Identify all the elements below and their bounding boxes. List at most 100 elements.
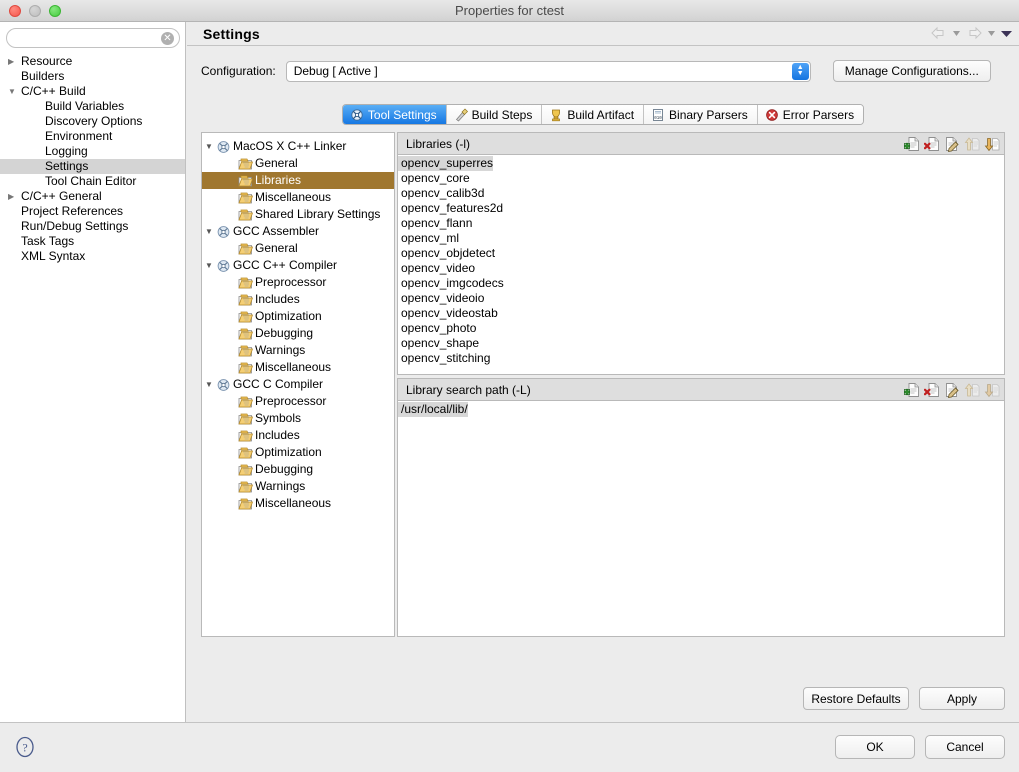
sidebar-item-builders[interactable]: Builders bbox=[0, 69, 185, 84]
tool-tree-item-general[interactable]: General bbox=[202, 155, 394, 172]
twisty-expanded-icon[interactable]: ▼ bbox=[8, 84, 20, 99]
manage-configurations-button[interactable]: Manage Configurations... bbox=[832, 60, 991, 82]
search-path-list[interactable]: /usr/local/lib/ bbox=[398, 401, 1004, 636]
tool-tree-item-gcc-c-compiler[interactable]: ▼ GCC C Compiler bbox=[202, 376, 394, 393]
delete-icon[interactable] bbox=[924, 382, 940, 398]
sidebar-item-project-references[interactable]: Project References bbox=[0, 204, 185, 219]
list-item[interactable]: opencv_photo bbox=[398, 321, 1004, 336]
forward-arrow-icon[interactable] bbox=[965, 24, 983, 42]
tool-tree-item-gcc-c++-compiler[interactable]: ▼ GCC C++ Compiler bbox=[202, 257, 394, 274]
list-item[interactable]: opencv_videoio bbox=[398, 291, 1004, 306]
move-up-icon[interactable] bbox=[964, 382, 980, 398]
list-item[interactable]: opencv_ml bbox=[398, 231, 1004, 246]
tool-tree-item-optimization[interactable]: Optimization bbox=[202, 444, 394, 461]
ok-button[interactable]: OK bbox=[835, 735, 915, 759]
tool-tree-item-preprocessor[interactable]: Preprocessor bbox=[202, 274, 394, 291]
tool-tree-item-miscellaneous[interactable]: Miscellaneous bbox=[202, 189, 394, 206]
list-item[interactable]: opencv_shape bbox=[398, 336, 1004, 351]
sidebar-item-settings[interactable]: Settings bbox=[0, 159, 185, 174]
sidebar-item-discovery-options[interactable]: Discovery Options bbox=[0, 114, 185, 129]
add-icon[interactable] bbox=[904, 136, 920, 152]
tab-error-parsers[interactable]: Error Parsers bbox=[757, 105, 864, 124]
move-down-icon[interactable] bbox=[984, 136, 1000, 152]
twisty-expanded-icon[interactable]: ▼ bbox=[202, 376, 216, 393]
tool-tree-item-label: Includes bbox=[255, 292, 300, 306]
list-item[interactable]: opencv_core bbox=[398, 171, 1004, 186]
tool-tree-item-general[interactable]: General bbox=[202, 240, 394, 257]
sidebar-item-xml-syntax[interactable]: XML Syntax bbox=[0, 249, 185, 264]
edit-icon[interactable] bbox=[944, 136, 960, 152]
back-history-chevron-down-icon[interactable] bbox=[951, 24, 962, 42]
sidebar-item-c-c-build[interactable]: ▼ C/C++ Build bbox=[0, 84, 185, 99]
apply-button[interactable]: Apply bbox=[919, 687, 1005, 710]
tool-tree-item-optimization[interactable]: Optimization bbox=[202, 308, 394, 325]
configuration-stepper-icon[interactable]: ▲ ▼ bbox=[791, 62, 809, 80]
tool-tree-item-includes[interactable]: Includes bbox=[202, 427, 394, 444]
clear-search-icon[interactable]: ✕ bbox=[161, 32, 174, 45]
list-item[interactable]: opencv_calib3d bbox=[398, 186, 1004, 201]
restore-defaults-button[interactable]: Restore Defaults bbox=[803, 687, 909, 710]
tool-tree-item-libraries[interactable]: Libraries bbox=[202, 172, 394, 189]
twisty-collapsed-icon[interactable]: ▶ bbox=[8, 54, 20, 69]
folder-icon bbox=[238, 174, 255, 188]
tool-tree-item-miscellaneous[interactable]: Miscellaneous bbox=[202, 359, 394, 376]
tab-binary-parsers[interactable]: 010 Binary Parsers bbox=[644, 105, 758, 124]
tool-tree-item-includes[interactable]: Includes bbox=[202, 291, 394, 308]
list-item[interactable]: opencv_stitching bbox=[398, 351, 1004, 366]
tool-tree[interactable]: ▼ MacOS X C++ Linker General Libraries Misce… bbox=[201, 132, 395, 637]
list-item[interactable]: opencv_video bbox=[398, 261, 1004, 276]
tool-tree-item-debugging[interactable]: Debugging bbox=[202, 325, 394, 342]
tool-tree-item-symbols[interactable]: Symbols bbox=[202, 410, 394, 427]
sidebar-item-build-variables[interactable]: Build Variables bbox=[0, 99, 185, 114]
list-item[interactable]: opencv_features2d bbox=[398, 201, 1004, 216]
sidebar-item-resource[interactable]: ▶ Resource bbox=[0, 54, 185, 69]
sidebar-item-task-tags[interactable]: Task Tags bbox=[0, 234, 185, 249]
folder-icon bbox=[238, 327, 255, 341]
edit-icon[interactable] bbox=[944, 382, 960, 398]
tool-tree-item-shared-library-settings[interactable]: Shared Library Settings bbox=[202, 206, 394, 223]
configuration-select[interactable]: Debug [ Active ] ▲ ▼ bbox=[285, 60, 811, 82]
view-menu-triangle-down-icon[interactable] bbox=[1000, 24, 1012, 42]
twisty-expanded-icon[interactable]: ▼ bbox=[202, 257, 216, 274]
twisty-expanded-icon[interactable]: ▼ bbox=[202, 223, 216, 240]
list-item-label: opencv_shape bbox=[401, 336, 480, 350]
add-icon[interactable] bbox=[904, 382, 920, 398]
tool-tree-item-warnings[interactable]: Warnings bbox=[202, 478, 394, 495]
tool-tree-item-debugging[interactable]: Debugging bbox=[202, 461, 394, 478]
list-item[interactable]: opencv_flann bbox=[398, 216, 1004, 231]
tab-build-steps[interactable]: Build Steps bbox=[446, 105, 543, 124]
cancel-button[interactable]: Cancel bbox=[925, 735, 1005, 759]
tool-tree-item-warnings[interactable]: Warnings bbox=[202, 342, 394, 359]
tool-tree-item-preprocessor[interactable]: Preprocessor bbox=[202, 393, 394, 410]
search-box[interactable]: ✕ bbox=[6, 28, 180, 48]
sidebar-item-run-debug-settings[interactable]: Run/Debug Settings bbox=[0, 219, 185, 234]
forward-history-chevron-down-icon[interactable] bbox=[986, 24, 997, 42]
move-up-icon[interactable] bbox=[964, 136, 980, 152]
sidebar-item-label: C/C++ General bbox=[21, 189, 102, 203]
libraries-list[interactable]: opencv_superres opencv_core opencv_calib3d… bbox=[398, 155, 1004, 374]
sidebar-item-c-c-general[interactable]: ▶ C/C++ General bbox=[0, 189, 185, 204]
sidebar-item-tool-chain-editor[interactable]: Tool Chain Editor bbox=[0, 174, 185, 189]
list-item[interactable]: opencv_videostab bbox=[398, 306, 1004, 321]
tool-tree-item-macos-x-c++-linker[interactable]: ▼ MacOS X C++ Linker bbox=[202, 138, 394, 155]
list-item[interactable]: /usr/local/lib/ bbox=[398, 402, 1004, 417]
twisty-expanded-icon[interactable]: ▼ bbox=[202, 138, 216, 155]
move-down-icon[interactable] bbox=[984, 382, 1000, 398]
back-arrow-icon[interactable] bbox=[930, 24, 948, 42]
tab-build-artifact[interactable]: Build Artifact bbox=[542, 105, 645, 124]
tool-tree-item-label: Symbols bbox=[255, 411, 302, 425]
twisty-collapsed-icon[interactable]: ▶ bbox=[8, 189, 20, 204]
list-item[interactable]: opencv_superres bbox=[398, 156, 1004, 171]
tool-tree-item-miscellaneous[interactable]: Miscellaneous bbox=[202, 495, 394, 512]
libraries-panel: Libraries (-l) opencv_superres opencv_cor… bbox=[397, 132, 1005, 375]
list-item[interactable]: opencv_imgcodecs bbox=[398, 276, 1004, 291]
search-input[interactable] bbox=[7, 29, 179, 47]
tool-tree-item-gcc-assembler[interactable]: ▼ GCC Assembler bbox=[202, 223, 394, 240]
sidebar-item-environment[interactable]: Environment bbox=[0, 129, 185, 144]
delete-icon[interactable] bbox=[924, 136, 940, 152]
settings-page: Settings Configuration: Debug [Active]… bbox=[187, 22, 1019, 722]
help-icon[interactable]: ? bbox=[14, 736, 36, 758]
tab-tool-settings[interactable]: Tool Settings bbox=[342, 105, 447, 124]
sidebar-item-logging[interactable]: Logging bbox=[0, 144, 185, 159]
list-item[interactable]: opencv_objdetect bbox=[398, 246, 1004, 261]
